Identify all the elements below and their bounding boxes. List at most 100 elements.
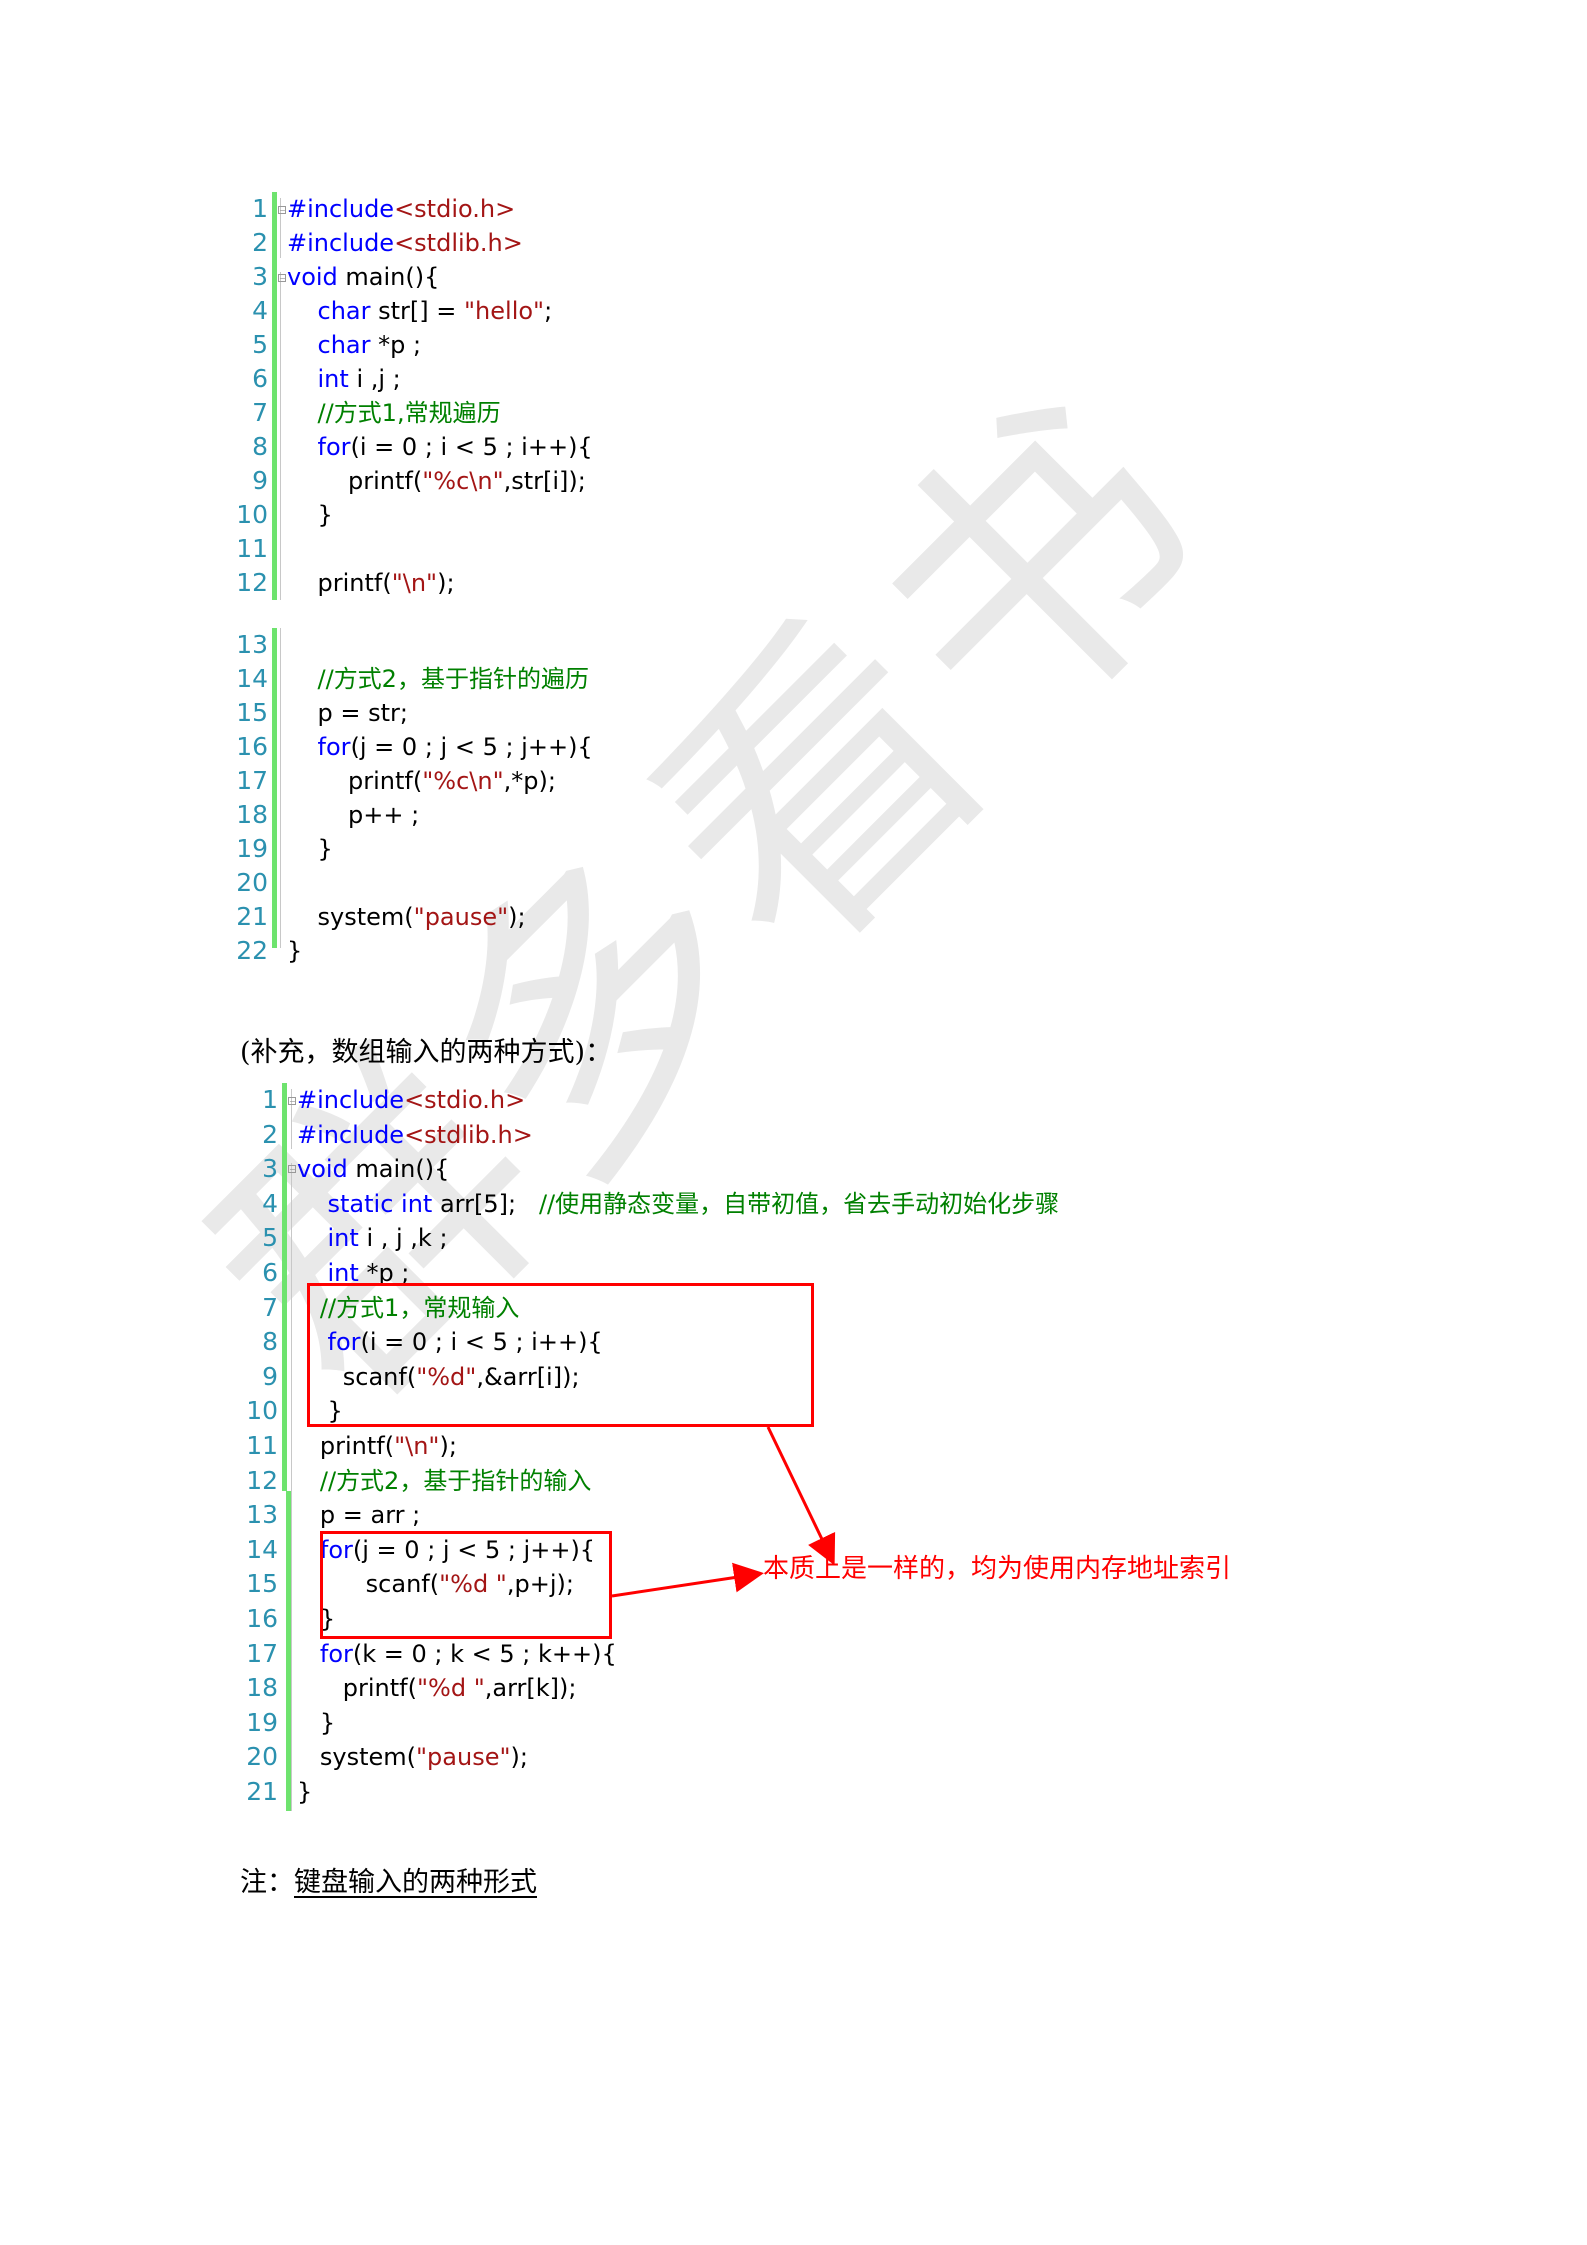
line-number: 13 xyxy=(246,1500,278,1530)
line-number: 21 xyxy=(236,902,268,931)
code-text: for(k = 0 ; k < 5 ; k++){ xyxy=(297,1637,617,1671)
string-token: <stdio.h> xyxy=(404,1086,526,1114)
code-text: void main(){ xyxy=(287,260,439,294)
code-token: ,str[i]); xyxy=(503,467,586,495)
code-line: 20 system("pause"); xyxy=(0,1740,1400,1774)
code-token: } xyxy=(287,501,333,529)
code-line: 7 //方式1,常规遍历 xyxy=(0,396,1400,430)
line-number: 11 xyxy=(246,1431,278,1460)
line-number: 8 xyxy=(252,432,268,461)
code-line: 13 xyxy=(0,628,1400,662)
code-line: 18 printf("%d ",arr[k]); xyxy=(0,1671,1400,1705)
code-line: 10 } xyxy=(0,498,1400,532)
code-text: p = str; xyxy=(287,696,408,730)
code-text: #include<stdlib.h> xyxy=(297,1118,533,1152)
line-number: 16 xyxy=(236,732,268,761)
code-text: } xyxy=(287,498,333,532)
code-token: (i = 0 ; i < 5 ; i++){ xyxy=(350,433,593,461)
code-token: system( xyxy=(287,903,414,931)
code-text: printf("\n"); xyxy=(287,566,455,600)
keyword-token: for xyxy=(317,433,351,461)
code-line: 5 char *p ; xyxy=(0,328,1400,362)
string-token: "pause" xyxy=(416,1743,511,1772)
code-text: char str[] = "hello"; xyxy=(287,294,553,328)
code-line: 4 char str[] = "hello"; xyxy=(0,294,1400,328)
keyword-token: #include xyxy=(297,1120,405,1149)
code-line: 21} xyxy=(0,1775,1400,1809)
code-line: 19 } xyxy=(0,1706,1400,1740)
code-text: static int arr[5]; //使用静态变量，自带初值，省去手动初始化… xyxy=(297,1187,1060,1221)
code-line: 2 #include<stdlib.h> xyxy=(0,1118,1400,1152)
comment-token: //方式2，基于指针的遍历 xyxy=(317,665,589,693)
code-line: 11 xyxy=(0,532,1400,566)
code-token: printf( xyxy=(287,569,392,597)
code-token: system( xyxy=(297,1743,417,1772)
code-token: ,*p); xyxy=(503,767,556,795)
code-token: p = str; xyxy=(287,699,408,727)
code-token: } xyxy=(287,835,333,863)
code-token: ); xyxy=(508,903,526,931)
code-line: 6 int i ,j ; xyxy=(0,362,1400,396)
code-token: ; xyxy=(544,297,553,325)
keyword-token: for xyxy=(317,733,351,761)
code-line: 1 #include<stdio.h> xyxy=(0,192,1400,226)
code-token: (k = 0 ; k < 5 ; k++){ xyxy=(352,1639,617,1668)
line-number: 1 xyxy=(252,194,268,223)
code-text: } xyxy=(287,832,333,866)
line-number: 10 xyxy=(236,500,268,529)
string-token: "\n" xyxy=(391,569,438,597)
line-number: 5 xyxy=(262,1223,278,1253)
line-number: 2 xyxy=(252,228,268,257)
code-line: 11 printf("\n"); xyxy=(0,1429,1400,1463)
string-token: "pause" xyxy=(413,903,509,931)
comment-token: //方式2，基于指针的输入 xyxy=(319,1466,592,1495)
keyword-token: int xyxy=(317,365,349,393)
code-line: 18 p++ ; xyxy=(0,798,1400,832)
code-line: 22} xyxy=(0,934,1400,968)
code-token: } xyxy=(287,937,303,965)
line-number: 20 xyxy=(246,1742,278,1772)
line-number: 10 xyxy=(246,1396,278,1426)
line-number: 7 xyxy=(252,398,268,427)
code-line: 16 } xyxy=(0,1602,1400,1636)
code-token: } xyxy=(297,1708,336,1737)
line-number: 21 xyxy=(246,1777,278,1806)
keyword-token: for xyxy=(319,1639,353,1668)
keyword-token: static int xyxy=(327,1189,433,1218)
code-text: printf("\n"); xyxy=(297,1429,457,1463)
code-text: } xyxy=(297,1706,335,1740)
code-token: main(){ xyxy=(337,263,440,291)
line-number: 22 xyxy=(236,936,268,965)
line-number: 19 xyxy=(246,1707,278,1737)
string-token: "\n" xyxy=(394,1432,440,1460)
code-token: p = arr ; xyxy=(297,1501,421,1530)
code-token: printf( xyxy=(297,1674,417,1703)
line-number: 5 xyxy=(252,330,268,359)
string-token: <stdio.h> xyxy=(394,195,516,223)
string-token: "%d " xyxy=(416,1674,485,1703)
line-number: 18 xyxy=(246,1673,278,1703)
code-line: 20 xyxy=(0,866,1400,900)
line-number: 6 xyxy=(252,364,268,393)
code-text: for(j = 0 ; j < 5 ; j++){ xyxy=(287,730,593,764)
code-token: str[] = xyxy=(370,297,465,325)
keyword-token: #include xyxy=(297,1086,405,1114)
code-text: #include<stdio.h> xyxy=(287,192,515,226)
code-text: } xyxy=(287,934,302,968)
code-token: p++ ; xyxy=(287,801,420,829)
code-text: void main(){ xyxy=(297,1152,449,1186)
keyword-token: void xyxy=(297,1155,348,1184)
keyword-token: char xyxy=(317,297,371,325)
code-text: printf("%c\n",str[i]); xyxy=(287,464,586,498)
note-line: 注：键盘输入的两种形式 xyxy=(240,1860,537,1899)
code-token: (j = 0 ; j < 5 ; j++){ xyxy=(350,733,593,761)
code-line: 3 void main(){ xyxy=(0,260,1400,294)
code-text: p = arr ; xyxy=(297,1498,420,1532)
